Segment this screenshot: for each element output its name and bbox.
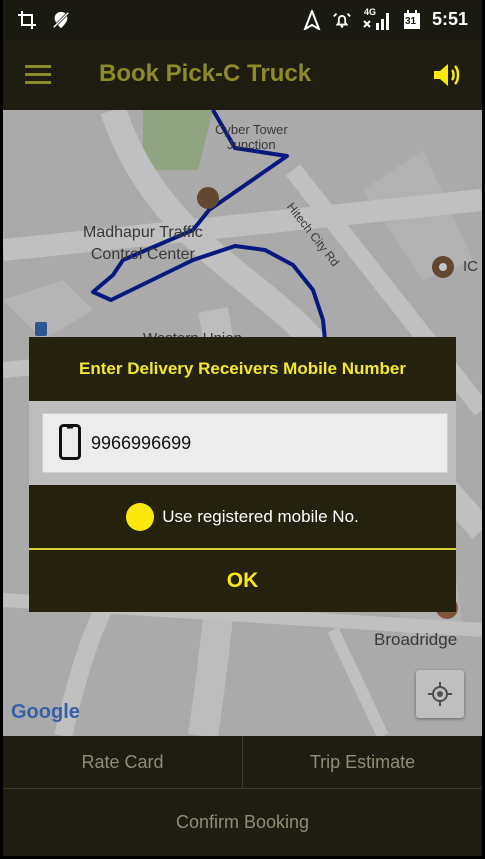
use-registered-mobile-option[interactable]: Use registered mobile No.	[29, 485, 456, 549]
smartphone-icon	[59, 424, 81, 460]
dialog-title: Enter Delivery Receivers Mobile Number	[29, 337, 456, 401]
crop-icon	[17, 10, 37, 30]
status-time: 5:51	[431, 9, 468, 29]
app-bar: Book Pick-C Truck	[3, 40, 482, 110]
dialog-body	[29, 401, 456, 485]
confirm-booking-button[interactable]: Confirm Booking	[3, 789, 482, 856]
calendar-icon: 31	[402, 9, 422, 30]
hamburger-menu-icon[interactable]	[25, 64, 53, 86]
radio-button-icon[interactable]	[126, 503, 155, 531]
receiver-mobile-dialog: Enter Delivery Receivers Mobile Number U…	[29, 337, 456, 612]
network-type: 4G	[363, 6, 376, 17]
trip-estimate-button[interactable]: Trip Estimate	[243, 736, 482, 788]
mobile-number-input[interactable]	[89, 426, 433, 460]
status-bar: 4G 31 5:51	[3, 0, 482, 40]
alarm-icon	[332, 10, 352, 30]
radio-label: Use registered mobile No.	[162, 507, 359, 526]
calendar-day: 31	[404, 15, 417, 27]
no-location-icon	[51, 10, 71, 30]
bottom-actions: Rate Card Trip Estimate Confirm Booking	[3, 736, 482, 856]
volume-icon[interactable]	[432, 62, 462, 88]
navigation-icon	[302, 9, 322, 30]
mobile-input-wrapper[interactable]	[42, 413, 448, 473]
signal-icon: 4G	[362, 6, 392, 30]
ok-button[interactable]: OK	[29, 550, 456, 612]
app-frame: 4G 31 5:51 Book Pick-C Truck Cyber Tower…	[3, 0, 482, 856]
page-title: Book Pick-C Truck	[99, 60, 312, 87]
rate-card-button[interactable]: Rate Card	[3, 736, 242, 788]
